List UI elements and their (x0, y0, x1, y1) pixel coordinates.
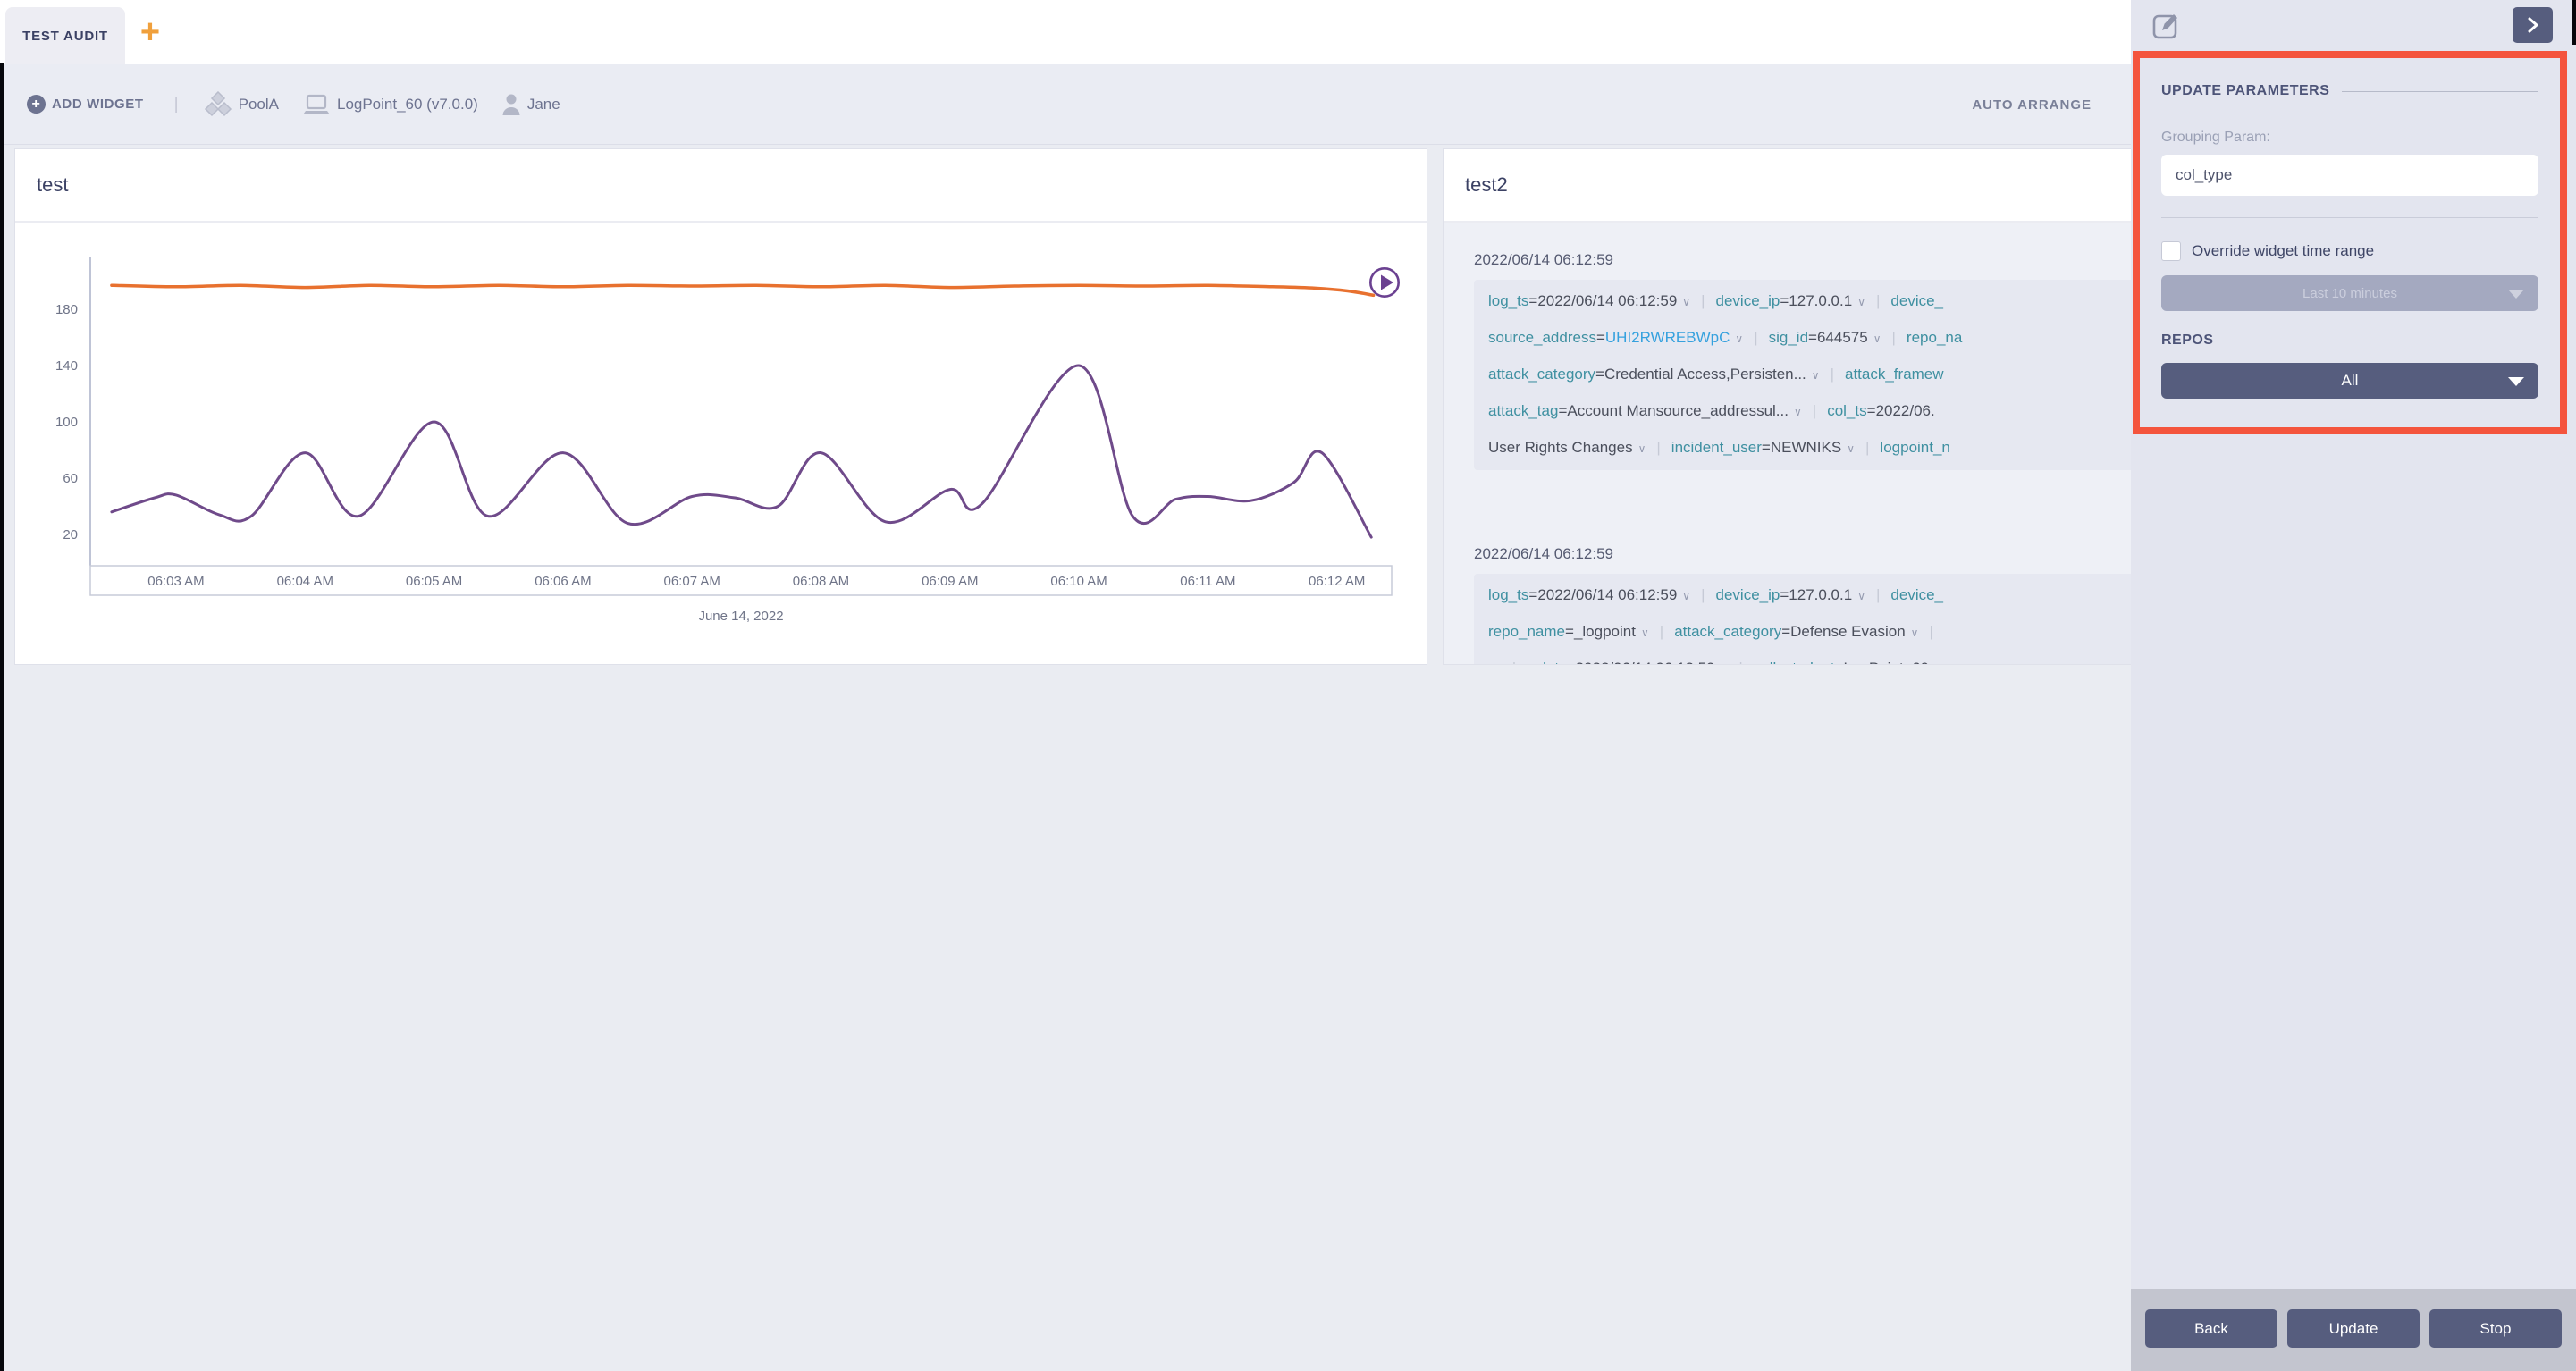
panel-header: UPDATE PARAMETERS (2161, 83, 2538, 99)
widget-test2: test2 2022/06/14 06:12:59 log_ts=2022/06/… (1443, 148, 2163, 665)
log-timestamp: 2022/06/14 06:12:59 (1474, 251, 2162, 269)
add-widget-button[interactable]: + ADD WIDGET (27, 95, 144, 114)
panel-title: UPDATE PARAMETERS (2161, 83, 2329, 99)
svg-text:06:10 AM: 06:10 AM (1050, 574, 1107, 589)
window-edge-right (2572, 0, 2576, 45)
log-field-pair[interactable]: attack_tag=Account Mansource_addressul..… (1488, 402, 1802, 419)
log-entry: 2022/06/14 06:12:59 log_ts=2022/06/14 06:… (1474, 251, 2162, 470)
svg-text:100: 100 (55, 415, 78, 430)
log-field-pair[interactable]: source_address=UHI2RWREBWpC∨ (1488, 329, 1743, 346)
caret-down-icon (2508, 377, 2524, 386)
collapse-sidebar-button[interactable] (2513, 7, 2553, 43)
log-field-pair[interactable]: col_ts=2022/06. (1827, 402, 1935, 419)
log-field-pair[interactable]: incident_user=NEWNIKS∨ (1671, 439, 1855, 456)
auto-arrange-button[interactable]: AUTO ARRANGE (1972, 64, 2092, 145)
log-entry: 2022/06/14 06:12:59 log_ts=2022/06/14 06:… (1474, 545, 2162, 664)
log-timestamp: 2022/06/14 06:12:59 (1474, 545, 2162, 563)
log-field-pair[interactable]: attack_category=Defense Evasion∨ (1674, 623, 1918, 640)
repos-header: REPOS (2161, 332, 2538, 349)
device-selector[interactable]: LogPoint_60 (v7.0.0) (302, 93, 478, 116)
log-fields: log_ts=2022/06/14 06:12:59∨|device_ip=12… (1474, 280, 2142, 470)
back-button[interactable]: Back (2145, 1309, 2277, 1348)
pool-label: PoolA (239, 96, 279, 114)
svg-text:180: 180 (55, 302, 78, 317)
pencil-square-icon (2151, 9, 2183, 41)
update-parameters-panel: UPDATE PARAMETERS Grouping Param: Overri… (2133, 51, 2567, 434)
svg-text:06:05 AM: 06:05 AM (406, 574, 462, 589)
log-field-pair[interactable]: log_ts=2022/06/14 06:12:59∨ (1488, 586, 1690, 603)
add-tab-button[interactable]: + (130, 5, 170, 59)
svg-text:06:12 AM: 06:12 AM (1309, 574, 1365, 589)
log-field-pair[interactable]: sig_id=644575∨ (1769, 329, 1881, 346)
repos-title: REPOS (2161, 332, 2214, 349)
section-divider (2161, 217, 2538, 218)
override-time-range-checkbox[interactable] (2161, 241, 2181, 261)
widget-test-title: test (15, 149, 1427, 223)
parameters-sidebar: UPDATE PARAMETERS Grouping Param: Overri… (2131, 0, 2576, 1371)
log-field-pair[interactable]: attack_framew (1845, 366, 1944, 383)
widget-test: test 180 140 100 60 20 06:03 AM 06:04 AM 06:05 … (14, 148, 1427, 665)
log-entry-list: 2022/06/14 06:12:59 log_ts=2022/06/14 06:… (1444, 223, 2162, 664)
log-field-pair[interactable]: User Rights Changes∨ (1488, 439, 1646, 456)
sidebar-footer: Back Update Stop (2131, 1289, 2576, 1371)
svg-text:06:03 AM: 06:03 AM (147, 574, 204, 589)
svg-text:06:04 AM: 06:04 AM (277, 574, 333, 589)
plus-icon: + (140, 13, 160, 52)
line-chart-svg: 180 140 100 60 20 06:03 AM 06:04 AM 06:05 AM 06:… (15, 223, 1427, 664)
plus-circle-icon: + (27, 95, 46, 114)
svg-text:06:11 AM: 06:11 AM (1180, 574, 1235, 589)
play-circle-icon (1368, 265, 1402, 299)
person-icon (501, 93, 521, 116)
log-field-pair[interactable]: attack_category=Credential Access,Persis… (1488, 366, 1820, 383)
tab-test-audit[interactable]: TEST AUDIT (5, 7, 125, 64)
repos-dropdown[interactable]: All (2161, 363, 2538, 399)
device-label: LogPoint_60 (v7.0.0) (337, 96, 478, 114)
override-time-range-label: Override widget time range (2192, 242, 2374, 260)
svg-text:06:07 AM: 06:07 AM (664, 574, 720, 589)
tab-label: TEST AUDIT (22, 29, 108, 44)
edit-dashboard-button[interactable] (2151, 9, 2183, 41)
time-range-dropdown[interactable]: Last 10 minutes (2161, 275, 2538, 311)
repos-value: All (2342, 372, 2359, 390)
laptop-icon (302, 93, 331, 116)
cubes-icon (204, 91, 232, 118)
svg-text:06:08 AM: 06:08 AM (793, 574, 849, 589)
timeline-chart: 180 140 100 60 20 06:03 AM 06:04 AM 06:05 AM 06:… (15, 223, 1427, 664)
override-time-range-row: Override widget time range (2161, 241, 2538, 261)
user-label: Jane (527, 96, 560, 114)
caret-down-icon (2508, 290, 2524, 299)
window-edge-left (0, 63, 4, 1371)
grouping-param-input[interactable] (2161, 155, 2538, 196)
svg-text:60: 60 (63, 471, 78, 486)
log-field-pair[interactable]: device_ip=127.0.0.1∨ (1716, 292, 1865, 309)
log-field-pair[interactable]: col_ts=2022/06/14 06:12:59∨ (1527, 660, 1728, 664)
log-field-pair[interactable]: repo_name=_logpoint∨ (1488, 623, 1649, 640)
svg-text:06:09 AM: 06:09 AM (922, 574, 978, 589)
log-field-pair[interactable]: device_ (1890, 292, 1943, 309)
log-field-pair[interactable]: log_ts=2022/06/14 06:12:59∨ (1488, 292, 1690, 309)
log-field-pair[interactable]: repo_na (1907, 329, 1962, 346)
add-widget-label: ADD WIDGET (52, 97, 144, 112)
svg-text:June 14, 2022: June 14, 2022 (698, 609, 783, 624)
svg-text:20: 20 (63, 527, 78, 543)
log-field-pair[interactable]: device_ip=127.0.0.1∨ (1716, 586, 1865, 603)
log-field-pair[interactable]: logpoint_n (1880, 439, 1949, 456)
pool-selector[interactable]: PoolA (204, 91, 279, 118)
header-rule (2342, 91, 2538, 92)
toolbar-divider: | (174, 95, 179, 114)
log-fields: log_ts=2022/06/14 06:12:59∨|device_ip=12… (1474, 574, 2142, 664)
log-field-pair[interactable]: collected_at=LogPoint_60∨ (1754, 660, 1942, 664)
grouping-param-label: Grouping Param: (2161, 130, 2538, 146)
stop-button[interactable]: Stop (2429, 1309, 2562, 1348)
chevron-right-icon (2525, 16, 2541, 34)
widget-test2-title: test2 (1444, 149, 2162, 223)
update-button[interactable]: Update (2287, 1309, 2420, 1348)
time-range-value: Last 10 minutes (2302, 286, 2397, 301)
user-item[interactable]: Jane (501, 93, 560, 116)
svg-text:06:06 AM: 06:06 AM (535, 574, 591, 589)
svg-text:140: 140 (55, 358, 78, 374)
log-field-pair[interactable]: device_ (1890, 586, 1943, 603)
play-button[interactable] (1368, 265, 1402, 299)
